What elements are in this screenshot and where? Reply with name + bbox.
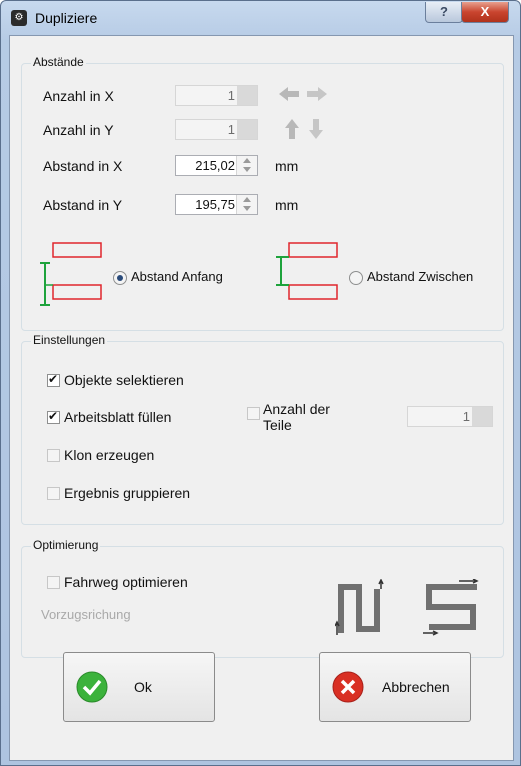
anzahl-der-teile-label-line1: Anzahl der — [263, 401, 330, 417]
close-button[interactable]: X — [461, 2, 509, 23]
einstellungen-group-title: Einstellungen — [31, 333, 108, 347]
abstand-y-label: Abstand in Y — [43, 197, 123, 213]
vertical-path-icon[interactable] — [335, 579, 387, 637]
arrow-right-icon[interactable] — [305, 85, 329, 103]
horizontal-path-icon[interactable] — [421, 579, 483, 637]
anzahl-der-teile-label-line2: Teile — [263, 417, 292, 433]
vorzugsrichtung-label: Vorzugsrichung — [41, 607, 131, 622]
abstand-x-label: Abstand in X — [43, 158, 123, 174]
arbeitsblatt-fuellen-label: Arbeitsblatt füllen — [64, 409, 172, 425]
abstand-y-stepper[interactable]: 195,75 — [175, 194, 258, 215]
klon-erzeugen-label: Klon erzeugen — [64, 447, 155, 463]
cancel-icon — [332, 671, 364, 703]
abstand-anfang-radio[interactable] — [113, 271, 127, 285]
help-button[interactable]: ? — [425, 2, 463, 23]
anzahl-x-value: 1 — [227, 88, 235, 103]
ergebnis-gruppieren-checkbox[interactable] — [47, 487, 60, 500]
abstand-y-value: 195,75 — [195, 197, 235, 212]
fahrweg-optimieren-checkbox[interactable] — [47, 576, 60, 589]
check-icon — [76, 671, 108, 703]
objekte-selektieren-checkbox[interactable] — [47, 372, 60, 387]
arrow-up-icon[interactable] — [283, 117, 301, 141]
abstand-zwischen-label: Abstand Zwischen — [367, 269, 474, 284]
anzahl-y-spin-arrows[interactable] — [237, 120, 257, 139]
ok-button-label: Ok — [134, 679, 152, 695]
anzahl-der-teile-checkbox[interactable] — [247, 407, 260, 420]
abstand-anfang-diagram-icon — [40, 242, 102, 306]
abstand-anfang-label: Abstand Anfang — [131, 269, 223, 284]
abstand-y-spin-arrows[interactable] — [236, 195, 257, 214]
abstand-x-value: 215,02 — [195, 158, 235, 173]
arbeitsblatt-fuellen-checkbox[interactable] — [47, 409, 60, 424]
abbrechen-button[interactable]: Abbrechen — [319, 652, 471, 722]
dialog-window: ⚙ Dupliziere ? X Abstände Anzahl in X 1 … — [0, 0, 521, 766]
ergebnis-gruppieren-label: Ergebnis gruppieren — [64, 485, 191, 501]
anzahl-x-spin-arrows[interactable] — [237, 86, 257, 105]
anzahl-der-teile-value: 1 — [462, 409, 470, 424]
anzahl-y-stepper[interactable]: 1 — [175, 119, 258, 140]
abstand-x-stepper[interactable]: 215,02 — [175, 155, 258, 176]
anzahl-x-label: Anzahl in X — [43, 88, 114, 104]
app-icon: ⚙ — [11, 10, 27, 26]
window-title: Dupliziere — [35, 10, 98, 26]
abstand-x-unit: mm — [275, 158, 299, 174]
anzahl-x-stepper[interactable]: 1 — [175, 85, 258, 106]
anzahl-der-teile-spin-arrows[interactable] — [472, 407, 492, 426]
ok-button[interactable]: Ok — [63, 652, 215, 722]
abstand-x-spin-arrows[interactable] — [236, 156, 257, 175]
anzahl-y-label: Anzahl in Y — [43, 122, 114, 138]
arrow-left-icon[interactable] — [277, 85, 301, 103]
anzahl-y-value: 1 — [227, 122, 235, 137]
optimierung-group-title: Optimierung — [31, 538, 101, 552]
objekte-selektieren-label: Objekte selektieren — [64, 372, 184, 388]
anzahl-der-teile-stepper[interactable]: 1 — [407, 406, 493, 427]
abstand-zwischen-diagram-icon — [276, 242, 338, 300]
klon-erzeugen-checkbox[interactable] — [47, 449, 60, 462]
title-bar[interactable]: ⚙ Dupliziere ? X — [1, 1, 520, 35]
arrow-down-icon[interactable] — [307, 117, 325, 141]
abstand-zwischen-radio[interactable] — [349, 271, 363, 285]
abstaende-group-title: Abstände — [31, 55, 86, 69]
abstand-y-unit: mm — [275, 197, 299, 213]
abbrechen-button-label: Abbrechen — [382, 679, 450, 695]
fahrweg-optimieren-label: Fahrweg optimieren — [64, 574, 188, 590]
anzahl-der-teile-label: Anzahl der Teile — [263, 401, 330, 433]
